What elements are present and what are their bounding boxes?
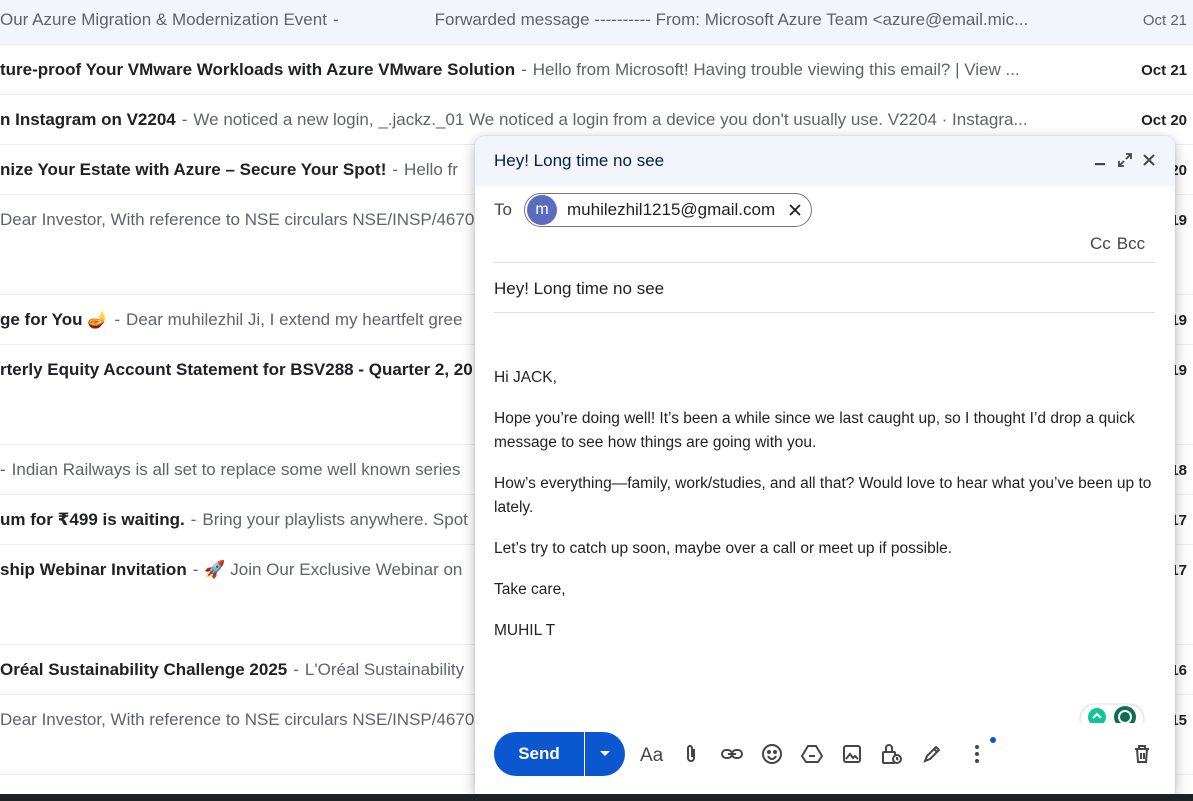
email-snippet: We noticed a new login, _.jackz._01 We n… [193,110,1028,129]
body-paragraph: Hi JACK, [494,369,557,386]
grammarly-widget[interactable] [1079,701,1147,723]
subject-separator: - [181,110,188,129]
email-snippet: Forwarded message ---------- From: Micro… [434,10,1029,29]
email-row-content: Our Azure Migration & Modernization Even… [0,0,1130,44]
remove-recipient-icon[interactable] [785,200,805,220]
email-subject: rterly Equity Account Statement for BSV2… [0,360,473,379]
cc-link[interactable]: Cc [1090,234,1111,254]
drive-icon[interactable] [798,740,826,768]
compose-title: Hey! Long time no see [494,151,665,170]
email-subject: Our Azure Migration & Modernization Even… [0,10,327,29]
photo-icon[interactable] [838,740,866,768]
signature-pen-icon[interactable] [918,740,946,768]
email-snippet: 🚀 Join Our Exclusive Webinar on [204,560,463,579]
email-snippet: Bring your playlists anywhere. Spot [202,510,468,529]
subject-separator: - [521,60,527,79]
emoji-icon[interactable] [758,740,786,768]
compose-header[interactable]: Hey! Long time no see [475,136,1175,186]
compose-toolbar: Send Aa [475,730,1175,784]
divider [494,312,1155,313]
cc-bcc-links: Cc Bcc [1090,234,1145,254]
email-subject: ge for You 🪔 [0,310,109,329]
to-label: To [494,200,512,219]
expand-icon[interactable] [1113,148,1137,172]
svg-text:Aa: Aa [640,745,664,764]
divider [494,262,1155,263]
bcc-link[interactable]: Bcc [1117,234,1145,254]
email-row[interactable]: ture-proof Your VMware Workloads with Az… [0,45,1193,95]
to-field[interactable]: To m muhilezhil1215@gmail.com [494,192,1155,228]
email-date: Oct 21 [1142,11,1187,29]
send-button[interactable]: Send [494,732,584,776]
message-body[interactable]: Hi JACK, Hope you’re doing well! It’s be… [494,366,1154,660]
subject-separator: - [114,310,121,329]
subject-separator: - [0,460,6,479]
compose-window: Hey! Long time no see To m muhilezhil121… [475,136,1175,794]
recipient-email: muhilezhil1215@gmail.com [567,200,776,219]
notification-dot [990,737,996,743]
body-paragraph: Let’s try to catch up soon, maybe over a… [494,540,953,557]
email-snippet: Hello fr [404,160,458,179]
text-format-icon[interactable]: Aa [639,740,667,768]
body-paragraph: Hope you’re doing well! It’s been a whil… [494,410,1135,451]
body-paragraph: Take care, [494,581,566,598]
link-icon[interactable] [718,740,746,768]
attachment-icon[interactable] [677,740,705,768]
body-paragraph: How’s everything—family, work/studies, a… [494,475,1152,516]
email-row[interactable]: Our Azure Migration & Modernization Even… [0,0,1193,45]
email-subject: n Instagram on V2204 [0,110,176,129]
subject-separator: - [332,10,339,29]
more-options-icon[interactable] [963,740,991,768]
delete-trash-icon[interactable] [1128,740,1156,768]
recipient-chip[interactable]: m muhilezhil1215@gmail.com [524,193,813,227]
subject-separator: - [293,660,299,679]
email-subject: ture-proof Your VMware Workloads with Az… [0,60,516,79]
email-row-content: ture-proof Your VMware Workloads with Az… [0,45,1130,94]
email-snippet: Indian Railways is all set to replace so… [11,460,461,479]
subject-input[interactable] [494,274,1155,304]
email-snippet: Dear Investor, With reference to NSE cir… [0,210,475,229]
minimize-icon[interactable] [1088,148,1112,172]
email-subject: nize Your Estate with Azure – Secure You… [0,160,387,179]
taskbar [0,794,1193,801]
email-subject: Oréal Sustainability Challenge 2025 [0,660,288,679]
email-subject: um for ₹499 is waiting. [0,510,185,529]
subject-separator: - [192,560,199,579]
close-icon[interactable] [1137,148,1161,172]
subject-separator: - [190,510,197,529]
email-snippet: Dear muhilezhil Ji, I extend my heartfel… [126,310,463,329]
send-options-button[interactable] [585,732,625,776]
email-date: Oct 21 [1141,61,1187,79]
confidential-lock-icon[interactable] [878,740,906,768]
email-snippet: L'Oréal Sustainability [304,660,465,679]
email-subject: ship Webinar Invitation [0,560,187,579]
subject-separator: - [392,160,399,179]
email-snippet: Dear Investor, With reference to NSE cir… [0,710,475,729]
email-snippet: Hello from Microsoft! Having trouble vie… [532,60,1020,79]
recipient-avatar: m [527,195,557,225]
body-paragraph: MUHIL T [494,622,556,639]
